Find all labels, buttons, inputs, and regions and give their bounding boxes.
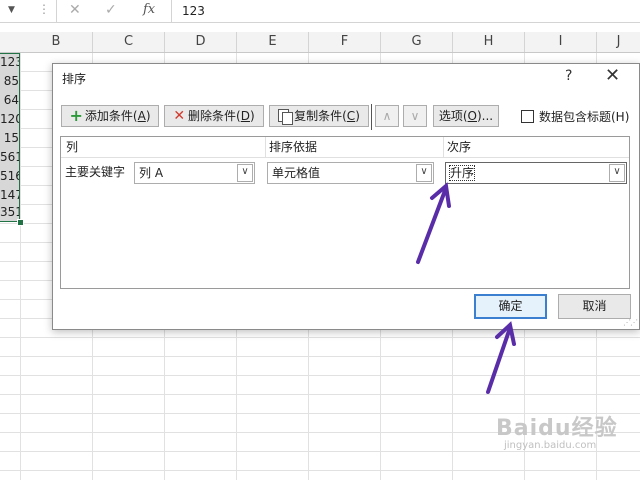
order-heading: 次序 — [447, 140, 472, 154]
column-header-d[interactable]: D — [165, 32, 237, 52]
watermark-logo: Baidu经验 — [496, 416, 618, 441]
delete-level-button[interactable]: ✕ 删除条件(D) — [164, 105, 264, 127]
move-down-button[interactable]: ∨ — [403, 105, 427, 127]
copy-level-label: 复制条件( — [294, 109, 347, 123]
column-header-h[interactable]: H — [453, 32, 525, 52]
order-select[interactable]: 升序 ∨ — [445, 162, 627, 184]
move-up-button[interactable]: ∧ — [375, 105, 399, 127]
fill-handle[interactable] — [17, 219, 24, 226]
sort-dialog: 排序 ? ✕ + 添加条件(A) ✕ 删除条件(D) 复制条件(C) ∧ ∨ 选项(… — [52, 63, 640, 330]
column-select[interactable]: 列 A ∨ — [134, 162, 255, 184]
chevron-up-icon: ∧ — [382, 109, 392, 123]
column-header-b[interactable]: B — [20, 32, 93, 52]
sort-levels-table: 列 排序依据 次序 主要关键字 列 A ∨ 单元格值 ∨ 升序 ∨ — [60, 136, 630, 289]
column-header-g[interactable]: G — [381, 32, 453, 52]
resize-grip-icon[interactable]: ⋰⋰ — [623, 318, 638, 327]
insert-function-icon[interactable]: fx — [143, 2, 155, 17]
formula-input[interactable]: 123 — [182, 4, 205, 18]
column-header-i[interactable]: I — [525, 32, 597, 52]
chevron-down-icon: ∨ — [410, 109, 420, 123]
header-row-checkbox-label[interactable]: 数据包含标题(H) — [539, 108, 629, 125]
toolbar-separator — [371, 104, 372, 130]
add-level-label: 添加条件( — [84, 109, 138, 123]
cancel-button[interactable]: 取消 — [558, 294, 631, 319]
chevron-down-icon[interactable]: ∨ — [237, 164, 253, 182]
close-button[interactable]: ✕ — [605, 65, 620, 86]
options-label: 选项( — [438, 109, 468, 123]
sort-by-label: 主要关键字 — [65, 165, 126, 179]
sort-on-select[interactable]: 单元格值 ∨ — [267, 162, 434, 184]
sort-on-heading: 排序依据 — [269, 140, 318, 154]
options-suffix: )... — [477, 109, 494, 123]
enter-formula-icon[interactable]: ✓ — [105, 2, 117, 18]
column-header-e[interactable]: E — [237, 32, 309, 52]
dialog-title: 排序 — [62, 72, 87, 86]
copy-icon — [278, 109, 294, 125]
column-header-f[interactable]: F — [309, 32, 381, 52]
header-row-checkbox[interactable] — [521, 110, 534, 123]
drag-handle-icon[interactable]: ⋮ — [38, 2, 50, 16]
add-level-shortcut: A — [137, 109, 146, 123]
copy-level-shortcut: C — [346, 109, 356, 123]
options-button[interactable]: 选项(O)... — [433, 105, 499, 127]
column-header-c[interactable]: C — [93, 32, 165, 52]
column-select-value: 列 A — [139, 166, 164, 180]
sort-on-select-value: 单元格值 — [272, 166, 321, 180]
delete-level-label: 删除条件( — [188, 109, 241, 123]
name-box-dropdown-icon[interactable]: ▼ — [8, 5, 15, 15]
delete-level-shortcut: D — [240, 109, 250, 123]
formula-bar: ▼ ⋮ ✕ ✓ fx 123 — [0, 0, 640, 23]
add-level-button[interactable]: + 添加条件(A) — [61, 105, 159, 127]
options-shortcut: O — [467, 109, 477, 123]
order-select-value: 升序 — [448, 165, 476, 181]
copy-level-button[interactable]: 复制条件(C) — [269, 105, 369, 127]
chevron-down-icon[interactable]: ∨ — [609, 164, 625, 182]
column-header-bar: B C D E F G H I J — [0, 32, 640, 53]
cancel-formula-icon[interactable]: ✕ — [69, 2, 81, 18]
delete-icon: ✕ — [173, 108, 186, 124]
column-heading: 列 — [66, 140, 79, 154]
column-header-j[interactable]: J — [597, 32, 640, 52]
selection-range-border — [0, 53, 20, 222]
ok-button[interactable]: 确定 — [474, 294, 547, 319]
formula-buttons: ✕ ✓ fx — [56, 0, 172, 22]
watermark: Baidu经验 jingyan.baidu.com — [496, 410, 618, 451]
help-button[interactable]: ? — [565, 68, 572, 84]
plus-icon: + — [69, 106, 83, 125]
chevron-down-icon[interactable]: ∨ — [416, 164, 432, 182]
